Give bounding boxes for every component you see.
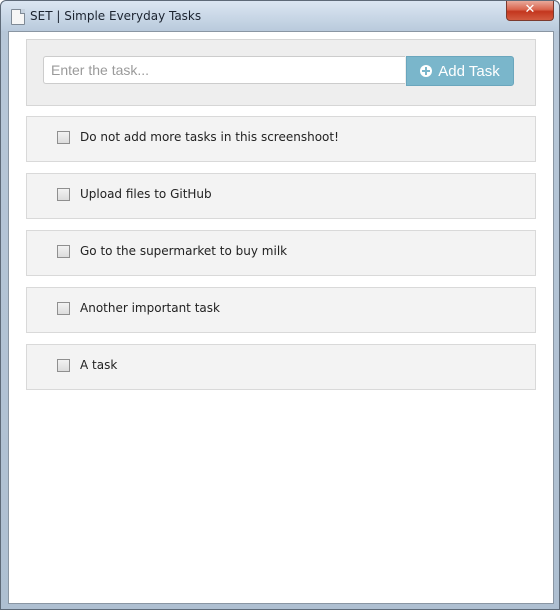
window-title: SET | Simple Everyday Tasks	[30, 9, 202, 23]
task-item: Another important task	[26, 287, 536, 333]
task-item: Go to the supermarket to buy milk	[26, 230, 536, 276]
client-area: Add Task Do not add more tasks in this s…	[8, 31, 554, 604]
task-item: Upload files to GitHub	[26, 173, 536, 219]
title-bar[interactable]: SET | Simple Everyday Tasks ✕	[1, 1, 559, 31]
plus-circle-icon	[420, 65, 433, 77]
add-task-button[interactable]: Add Task	[406, 56, 514, 86]
task-item: Do not add more tasks in this screenshoo…	[26, 116, 536, 162]
task-checkbox[interactable]	[57, 131, 70, 144]
close-button[interactable]: ✕	[506, 1, 554, 21]
new-task-panel: Add Task	[26, 39, 536, 106]
add-task-label: Add Task	[438, 62, 500, 80]
task-label: Go to the supermarket to buy milk	[80, 244, 288, 258]
task-checkbox[interactable]	[57, 245, 70, 258]
task-label: Another important task	[80, 301, 220, 315]
app-icon	[11, 9, 25, 25]
task-label: Upload files to GitHub	[80, 187, 212, 201]
task-checkbox[interactable]	[57, 188, 70, 201]
task-checkbox[interactable]	[57, 302, 70, 315]
task-item: A task	[26, 344, 536, 390]
task-label: A task	[80, 358, 118, 372]
app-window: SET | Simple Everyday Tasks ✕ Add Task D…	[0, 0, 560, 610]
task-input[interactable]	[43, 56, 405, 84]
task-checkbox[interactable]	[57, 359, 70, 372]
task-label: Do not add more tasks in this screenshoo…	[80, 130, 339, 144]
